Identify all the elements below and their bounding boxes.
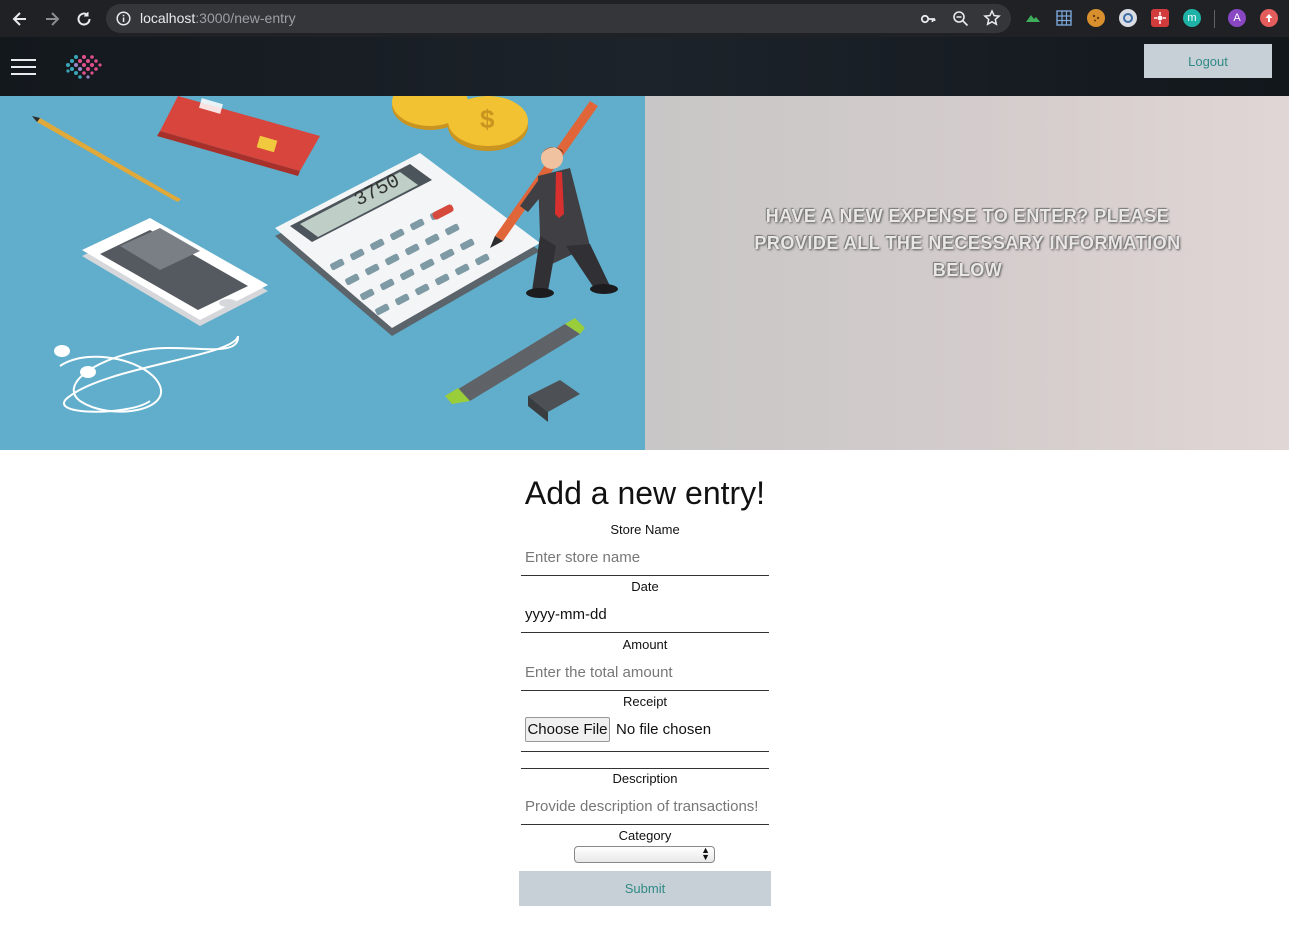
hamburger-menu-icon[interactable] bbox=[11, 59, 36, 76]
profile-initial: A bbox=[1233, 12, 1241, 24]
update-icon[interactable] bbox=[1260, 9, 1278, 27]
extension-red-icon[interactable] bbox=[1151, 9, 1169, 27]
profile-avatar[interactable]: A bbox=[1228, 9, 1246, 27]
date-input[interactable]: yyyy-mm-dd bbox=[521, 597, 769, 633]
svg-text:$: $ bbox=[480, 104, 495, 134]
url-host: localhost bbox=[140, 10, 196, 26]
form-title: Add a new entry! bbox=[524, 475, 766, 511]
select-arrows-icon: ▲ ▼ bbox=[701, 845, 710, 862]
app-header: Logout bbox=[0, 37, 1289, 96]
pencil-illustration bbox=[32, 116, 181, 202]
bookmark-star-icon[interactable] bbox=[983, 9, 1001, 32]
category-select[interactable]: ▲ ▼ bbox=[574, 846, 715, 863]
extension-circle-icon[interactable] bbox=[1119, 9, 1137, 27]
info-icon[interactable] bbox=[116, 11, 131, 31]
calculator-illustration: 3750 bbox=[275, 153, 540, 336]
highlighter-illustration bbox=[445, 318, 585, 422]
hero-message: HAVE A NEW EXPENSE TO ENTER? PLEASE PROV… bbox=[754, 206, 1181, 280]
description-label: Description bbox=[612, 771, 678, 786]
hero-banner: $ 3750 HAVE A NEW EXPENSE TO ENTER? PLEA… bbox=[0, 96, 1289, 450]
browser-toolbar: localhost:3000/new-entry m A bbox=[0, 0, 1289, 37]
url-path: :3000/new-entry bbox=[195, 10, 296, 26]
finance-illustration: $ 3750 bbox=[0, 96, 645, 450]
store-name-label: Store Name bbox=[610, 522, 680, 537]
date-label: Date bbox=[631, 579, 659, 594]
category-label: Category bbox=[618, 828, 672, 843]
url-text: localhost:3000/new-entry bbox=[140, 10, 296, 26]
forward-arrow-icon[interactable] bbox=[42, 9, 62, 29]
extension-grid-icon[interactable] bbox=[1055, 9, 1073, 27]
smartphone-illustration bbox=[82, 218, 268, 326]
amount-input[interactable] bbox=[521, 655, 769, 691]
file-status-text: No file chosen bbox=[616, 721, 712, 738]
extension-green-icon[interactable] bbox=[1024, 9, 1042, 27]
zoom-icon[interactable] bbox=[952, 10, 969, 32]
extension-cookie-icon[interactable] bbox=[1087, 9, 1105, 27]
amount-label: Amount bbox=[622, 637, 668, 652]
store-name-input[interactable] bbox=[521, 540, 769, 576]
receipt-file-input: Choose File No file chosen bbox=[521, 710, 769, 752]
hero-message-panel: HAVE A NEW EXPENSE TO ENTER? PLEASE PROV… bbox=[645, 96, 1289, 450]
back-arrow-icon[interactable] bbox=[10, 9, 30, 29]
app-logo[interactable] bbox=[62, 51, 104, 83]
key-icon[interactable] bbox=[920, 11, 936, 32]
submit-button[interactable]: Submit bbox=[519, 871, 771, 906]
address-bar[interactable]: localhost:3000/new-entry bbox=[106, 4, 1011, 33]
businessman-illustration bbox=[520, 147, 618, 298]
credit-card-illustration bbox=[157, 96, 320, 176]
coins-illustration: $ bbox=[392, 96, 528, 151]
form-divider bbox=[521, 768, 769, 769]
earbud-left bbox=[54, 345, 70, 357]
extension-m-icon[interactable]: m bbox=[1183, 9, 1201, 27]
description-input[interactable] bbox=[521, 789, 769, 825]
logout-button[interactable]: Logout bbox=[1144, 44, 1272, 78]
receipt-label: Receipt bbox=[622, 694, 668, 709]
toolbar-divider bbox=[1214, 10, 1215, 28]
earbud-right bbox=[80, 366, 96, 378]
choose-file-button[interactable]: Choose File bbox=[525, 717, 610, 742]
reload-icon[interactable] bbox=[74, 9, 94, 29]
extension-m-label: m bbox=[1187, 12, 1197, 24]
